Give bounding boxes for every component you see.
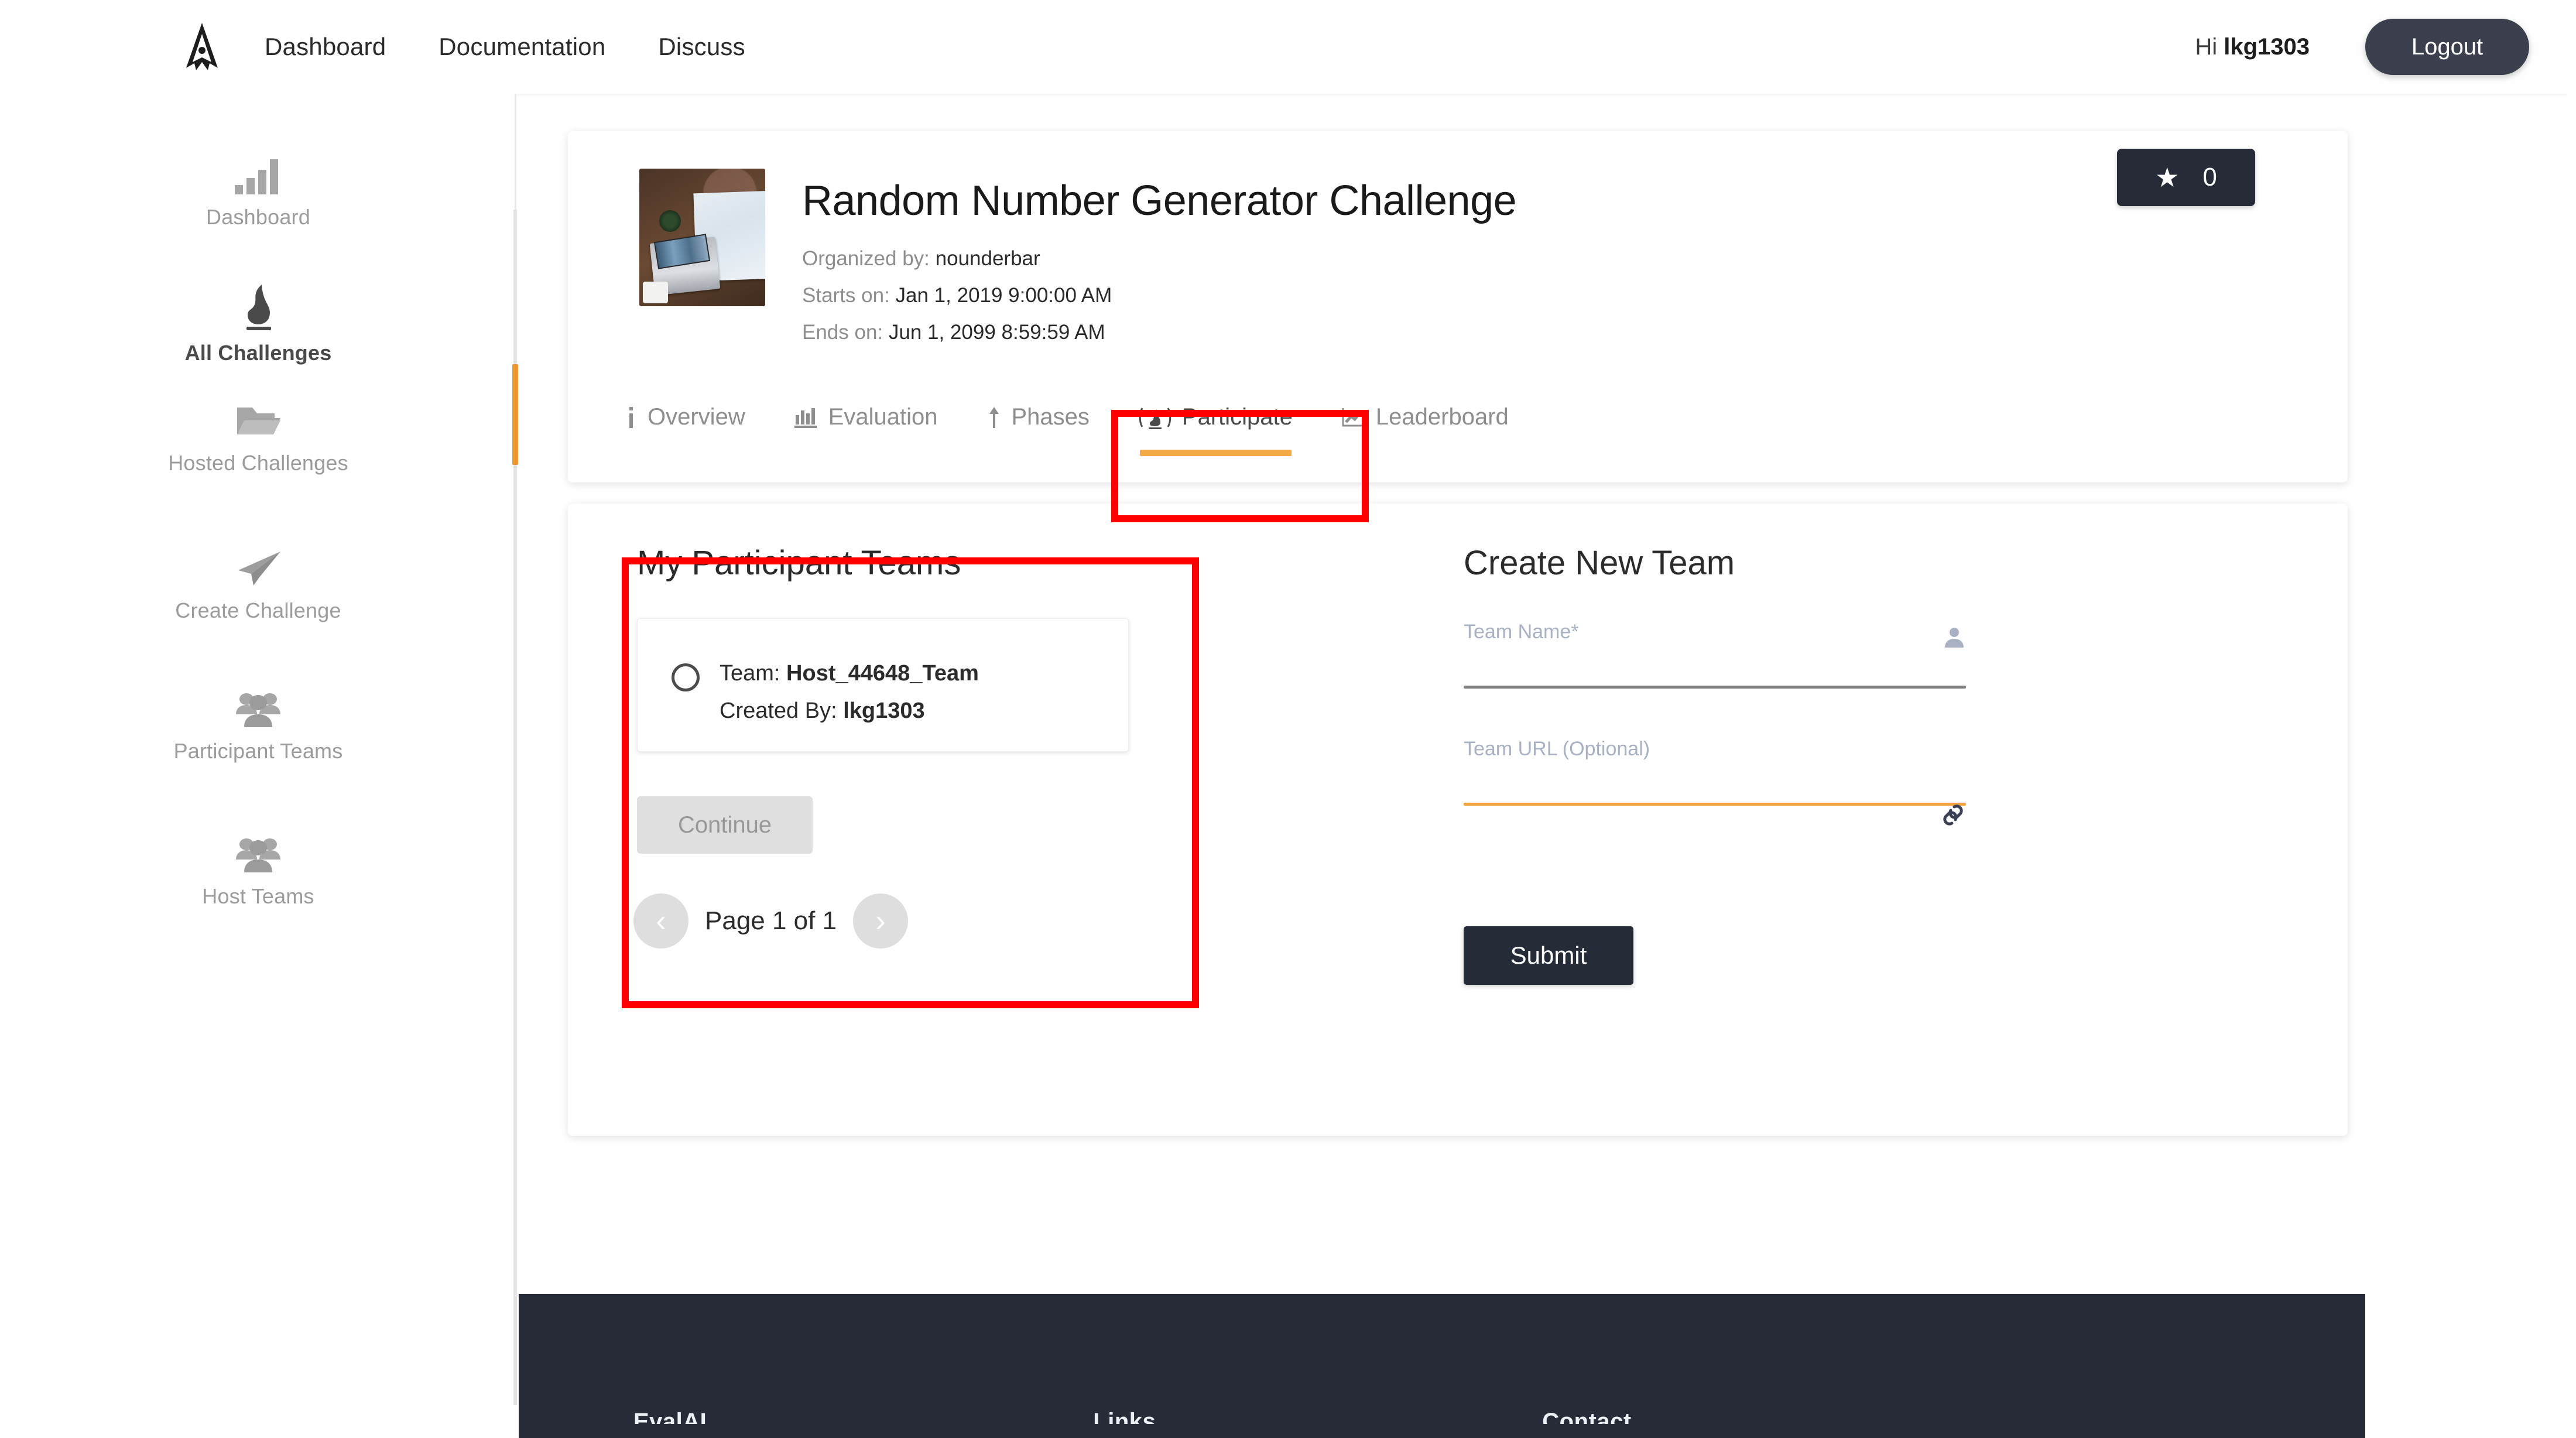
organizer-label: Organized by: [802, 247, 930, 270]
greeting-prefix: Hi [2195, 34, 2224, 60]
participate-panel: My Participant Teams Team: Host_44648_Te… [568, 504, 2348, 1136]
tab-label-phases: Phases [1011, 404, 1090, 430]
sidebar-item-dashboard[interactable]: Dashboard [0, 145, 516, 230]
tab-label-leaderboard: Leaderboard [1375, 404, 1509, 430]
starts-on-label: Starts on: [802, 284, 890, 307]
star-icon: ★ [2155, 162, 2180, 193]
star-count: 0 [2202, 163, 2217, 191]
sidebar-label-all-challenges: All Challenges [184, 341, 332, 365]
arrow-up-icon [987, 406, 1001, 428]
team-label: Team: [720, 661, 780, 686]
sidebar-label-create-challenge: Create Challenge [175, 598, 341, 622]
nav-link-dashboard[interactable]: Dashboard [265, 33, 386, 61]
footer-column-title-evalai: EvalAI [633, 1409, 707, 1424]
team-name-value: Host_44648_Team [786, 661, 979, 686]
teams-pagination: ‹ Page 1 of 1 › [633, 893, 909, 949]
participant-team-list-item[interactable]: Team: Host_44648_Team Created By: lkg130… [637, 618, 1129, 752]
pagination-prev-button[interactable]: ‹ [633, 893, 688, 949]
sidebar-label-host-teams: Host Teams [202, 884, 314, 908]
pagination-status: Page 1 of 1 [705, 906, 837, 935]
sidebar-item-participant-teams[interactable]: Participant Teams [0, 679, 516, 763]
continue-button[interactable]: Continue [637, 796, 813, 854]
folder-icon [231, 391, 285, 441]
tab-leaderboard[interactable]: Leaderboard [1317, 389, 1533, 464]
bar-chart-icon [794, 407, 818, 428]
team-url-input[interactable] [1464, 766, 1955, 804]
user-icon [1943, 625, 1966, 655]
team-creator-row: Created By: lkg1303 [720, 699, 925, 724]
sidebar-item-create-challenge[interactable]: Create Challenge [0, 539, 516, 623]
team-url-label: Team URL (Optional) [1464, 738, 1650, 760]
banner-plant-shape [659, 210, 681, 232]
sidebar-label-dashboard: Dashboard [206, 205, 310, 229]
sidebar-item-host-teams[interactable]: Host Teams [0, 824, 516, 909]
team-url-field-group: Team URL (Optional) [1464, 738, 1966, 826]
people-group-icon [231, 679, 285, 730]
challenge-organizer: Organized by: nounderbar [802, 247, 1040, 271]
active-tab-underline [1139, 450, 1292, 456]
tab-evaluation[interactable]: Evaluation [770, 389, 962, 464]
challenge-end-date: Ends on: Jun 1, 2099 8:59:59 AM [802, 321, 1105, 344]
starts-on-value: Jan 1, 2019 9:00:00 AM [895, 284, 1112, 307]
page-root: Dashboard Documentation Discuss Hi lkg13… [0, 0, 2576, 1438]
challenge-banner-image [639, 169, 765, 306]
flame-icon [1139, 406, 1171, 429]
pagination-next-button[interactable]: › [853, 893, 909, 949]
page-footer: EvalAI Links Contact [519, 1294, 2365, 1438]
chevron-right-icon: › [875, 904, 886, 938]
team-name-row: Team: Host_44648_Team [720, 661, 979, 686]
footer-column-title-contact: Contact [1542, 1409, 1632, 1424]
banner-camera-shape [643, 281, 669, 304]
create-new-team-title: Create New Team [1464, 544, 1735, 582]
evalai-rocket-logo-icon[interactable] [176, 21, 228, 73]
bar-chart-icon [231, 145, 285, 196]
chevron-left-icon: ‹ [656, 904, 666, 938]
created-by-value: lkg1303 [843, 699, 925, 723]
footer-columns: EvalAI Links Contact [519, 1409, 2365, 1424]
footer-column-title-links: Links [1093, 1409, 1156, 1424]
people-group-icon [231, 824, 285, 875]
ends-on-label: Ends on: [802, 321, 883, 344]
sidebar-label-participant-teams: Participant Teams [173, 739, 343, 763]
challenge-start-date: Starts on: Jan 1, 2019 9:00:00 AM [802, 284, 1112, 307]
challenge-header-card: Random Number Generator Challenge Organi… [568, 131, 2348, 482]
team-name-field-group: Team Name* [1464, 621, 1966, 689]
sidebar-item-hosted-challenges[interactable]: Hosted Challenges [0, 391, 516, 475]
page-title: Random Number Generator Challenge [802, 177, 1517, 224]
nav-link-discuss[interactable]: Discuss [658, 33, 745, 61]
info-icon [625, 406, 637, 428]
star-challenge-button[interactable]: ★ 0 [2117, 149, 2255, 206]
top-navigation-bar: Dashboard Documentation Discuss Hi lkg13… [0, 0, 2576, 94]
team-select-radio[interactable] [672, 663, 700, 691]
nav-link-documentation[interactable]: Documentation [439, 33, 605, 61]
my-participant-teams-title: My Participant Teams [637, 544, 961, 582]
flame-icon [231, 281, 285, 331]
user-greeting: Hi lkg1303 [2195, 34, 2310, 60]
logout-button[interactable]: Logout [2365, 19, 2529, 75]
ends-on-value: Jun 1, 2099 8:59:59 AM [888, 321, 1105, 344]
team-name-input[interactable] [1464, 649, 1955, 687]
tab-phases[interactable]: Phases [962, 389, 1114, 464]
tab-label-evaluation: Evaluation [828, 404, 938, 430]
username-label: lkg1303 [2224, 34, 2310, 60]
left-sidebar: Dashboard All Challenges Hosted Challeng… [0, 94, 518, 1405]
trend-up-icon [1342, 407, 1365, 428]
sidebar-item-all-challenges[interactable]: All Challenges [0, 281, 516, 365]
link-icon [1940, 802, 1966, 834]
tab-label-participate: Participate [1181, 404, 1293, 430]
submit-button[interactable]: Submit [1464, 926, 1633, 985]
paper-plane-icon [231, 539, 285, 589]
organizer-value: nounderbar [935, 247, 1040, 270]
tab-participate[interactable]: Participate [1114, 389, 1317, 464]
created-by-label: Created By: [720, 699, 837, 723]
team-name-label: Team Name* [1464, 621, 1579, 643]
tab-overview[interactable]: Overview [601, 389, 770, 464]
tab-label-overview: Overview [648, 404, 745, 430]
main-nav-links: Dashboard Documentation Discuss [265, 0, 745, 94]
page-right-edge [2567, 0, 2576, 1438]
challenge-tabs: Overview Evaluation Phases Participate L… [601, 389, 1533, 464]
sidebar-label-hosted-challenges: Hosted Challenges [168, 451, 348, 475]
